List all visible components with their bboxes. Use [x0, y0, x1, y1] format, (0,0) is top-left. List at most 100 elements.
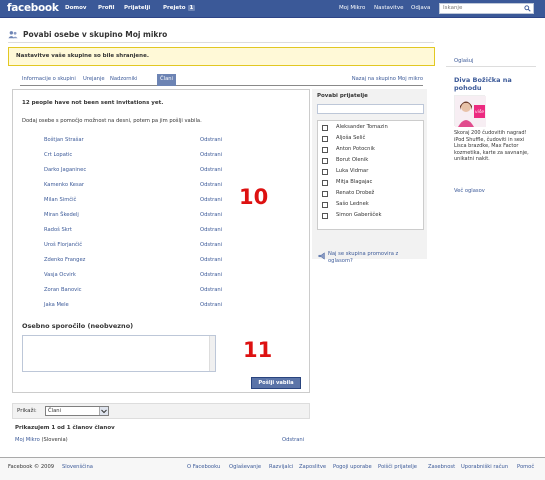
- invitee-row: Crt Lopatic Odstrani: [13, 152, 311, 162]
- members-count: Prikazujem 1 od 1 članov članov: [15, 425, 115, 431]
- send-invitations-button[interactable]: Pošlji vabila: [251, 377, 301, 389]
- ad-title[interactable]: Diva Božička na pohodu: [454, 76, 534, 92]
- nav-inbox-label: Prejeto: [163, 5, 186, 11]
- friend-option[interactable]: Anton Potocnik: [318, 146, 423, 156]
- annotation-number: 11: [243, 338, 273, 362]
- invitee-name: Milan Simčič: [44, 197, 77, 203]
- textarea-scrollbar[interactable]: [209, 336, 215, 371]
- saved-notice: Nastavitve vaše skupine so bile shranjen…: [8, 47, 435, 66]
- friend-checkbox[interactable]: [322, 213, 328, 219]
- invitee-row: Boštjan Strašar Odstrani: [13, 137, 311, 147]
- friend-option[interactable]: Mitja Blagajac: [318, 179, 423, 189]
- page-header: Povabi osebe v skupino Moj mikro: [8, 30, 528, 42]
- tab-edit[interactable]: Urejanje: [83, 76, 105, 82]
- nav-moj-mikro[interactable]: Moj Mikro: [339, 5, 365, 11]
- nav-inbox[interactable]: Prejeto 1: [163, 5, 196, 11]
- friend-checkbox[interactable]: [322, 180, 328, 186]
- members-filter-value: Člani: [48, 408, 61, 414]
- promote-group-link[interactable]: Naj se skupina promovira z oglasom?: [318, 251, 418, 271]
- remove-invitee-link[interactable]: Odstrani: [200, 227, 222, 233]
- saved-notice-text: Nastavitve vaše skupine so bile shranjen…: [16, 53, 149, 59]
- friend-option[interactable]: Simon Gaberšček: [318, 212, 423, 222]
- friend-checkbox[interactable]: [322, 191, 328, 197]
- invite-heading: 12 people have not been sent invitations…: [22, 100, 164, 106]
- friend-filter-input[interactable]: [317, 104, 424, 114]
- ad-image[interactable]: više: [454, 95, 486, 127]
- invitee-name: Vasja Ocvirk: [44, 272, 76, 278]
- nav-logout[interactable]: Odjava: [411, 5, 430, 11]
- search-icon[interactable]: [524, 5, 531, 12]
- language-selector[interactable]: Slovenščina: [62, 464, 93, 470]
- footer-link[interactable]: Oglaševanje: [229, 464, 261, 470]
- invitee-name: Zoran Banovic: [44, 287, 82, 293]
- advertise-link[interactable]: Oglašuj: [454, 58, 473, 64]
- footer-link[interactable]: Zaposlitve: [299, 464, 326, 470]
- promote-group-text[interactable]: Naj se skupina promovira z oglasom?: [328, 251, 416, 265]
- ad-body: Skoraj 200 čudovitih nagrad! iPod Shuffl…: [454, 130, 529, 163]
- friend-option[interactable]: Renato Drobež: [318, 190, 423, 200]
- nav-settings[interactable]: Nastavitve: [374, 5, 403, 11]
- footer-link[interactable]: Pogoji uporabe: [333, 464, 372, 470]
- search-input[interactable]: Iskanje: [439, 3, 534, 14]
- tab-group-info[interactable]: Informacije o skupini: [22, 76, 76, 82]
- friend-option[interactable]: Borut Olenik: [318, 157, 423, 167]
- friend-checkbox[interactable]: [322, 147, 328, 153]
- friend-checkbox[interactable]: [322, 125, 328, 131]
- footer-link[interactable]: Razvijalci: [269, 464, 293, 470]
- invitee-name: Uroš Florjančič: [44, 242, 83, 248]
- tab-admins[interactable]: Nadzorniki: [110, 76, 137, 82]
- remove-invitee-link[interactable]: Odstrani: [200, 167, 222, 173]
- footer-link[interactable]: Zasebnost: [428, 464, 455, 470]
- remove-invitee-link[interactable]: Odstrani: [200, 272, 222, 278]
- more-ads-link[interactable]: Več oglasov: [454, 188, 485, 194]
- remove-invitee-link[interactable]: Odstrani: [200, 152, 222, 158]
- tab-members[interactable]: Člani: [157, 74, 176, 86]
- remove-invitee-link[interactable]: Odstrani: [200, 257, 222, 263]
- invitee-row: Zoran Banovic Odstrani: [13, 287, 311, 297]
- friend-checkbox-list: Aleksander Tomazin Aljoša Selič Anton Po…: [317, 120, 424, 230]
- remove-invitee-link[interactable]: Odstrani: [200, 197, 222, 203]
- friend-option[interactable]: Sašo Lednek: [318, 201, 423, 211]
- invitee-row: Zdenko Frangez Odstrani: [13, 257, 311, 267]
- invitee-name: Jaka Mele: [44, 302, 69, 308]
- top-bar: facebook Domov Profil Prijatelji Prejeto…: [0, 0, 545, 18]
- friend-checkbox[interactable]: [322, 202, 328, 208]
- friend-checkbox[interactable]: [322, 169, 328, 175]
- remove-invitee-link[interactable]: Odstrani: [200, 287, 222, 293]
- invitee-row: Jaka Mele Odstrani: [13, 302, 311, 312]
- invitee-row: Uroš Florjančič Odstrani: [13, 242, 311, 252]
- footer-link[interactable]: Pomoč: [517, 464, 534, 470]
- footer: Facebook © 2009 Slovenščina O Facebooku …: [0, 458, 545, 480]
- nav-home[interactable]: Domov: [65, 5, 86, 11]
- remove-invitee-link[interactable]: Odstrani: [200, 182, 222, 188]
- message-textarea[interactable]: [22, 335, 216, 372]
- friend-checkbox[interactable]: [322, 136, 328, 142]
- nav-friends[interactable]: Prijatelji: [124, 5, 150, 11]
- member-name-link[interactable]: Moj Mikro: [15, 437, 40, 443]
- friend-name: Aljoša Selič: [336, 135, 366, 141]
- invite-panel: 12 people have not been sent invitations…: [12, 89, 310, 393]
- invitee-name: Boštjan Strašar: [44, 137, 84, 143]
- copyright: Facebook © 2009: [8, 464, 55, 470]
- footer-link[interactable]: Uporabniški račun: [461, 464, 508, 470]
- remove-invitee-link[interactable]: Odstrani: [200, 212, 222, 218]
- friend-name: Borut Olenik: [336, 157, 369, 163]
- remove-invitee-link[interactable]: Odstrani: [200, 302, 222, 308]
- members-filter-select[interactable]: Člani: [45, 406, 109, 416]
- footer-link[interactable]: Poišči prijatelje: [378, 464, 417, 470]
- friend-option[interactable]: Aljoša Selič: [318, 135, 423, 145]
- remove-invitee-link[interactable]: Odstrani: [200, 242, 222, 248]
- back-to-group-link[interactable]: Nazaj na skupino Moj mikro: [352, 76, 423, 82]
- friend-checkbox[interactable]: [322, 158, 328, 164]
- remove-invitee-link[interactable]: Odstrani: [200, 137, 222, 143]
- nav-profile[interactable]: Profil: [98, 5, 114, 11]
- footer-link[interactable]: O Facebooku: [187, 464, 220, 470]
- invitee-row: Miran Škedelj Odstrani: [13, 212, 311, 222]
- friend-option[interactable]: Luka Vidmar: [318, 168, 423, 178]
- search-placeholder: Iskanje: [443, 5, 463, 11]
- chevron-down-icon[interactable]: [99, 407, 108, 415]
- member-row: Moj Mikro (Slovenia) Odstrani: [12, 437, 310, 447]
- facebook-logo[interactable]: facebook: [7, 2, 59, 14]
- friend-option[interactable]: Aleksander Tomazin: [318, 124, 423, 134]
- remove-member-link[interactable]: Odstrani: [282, 437, 304, 443]
